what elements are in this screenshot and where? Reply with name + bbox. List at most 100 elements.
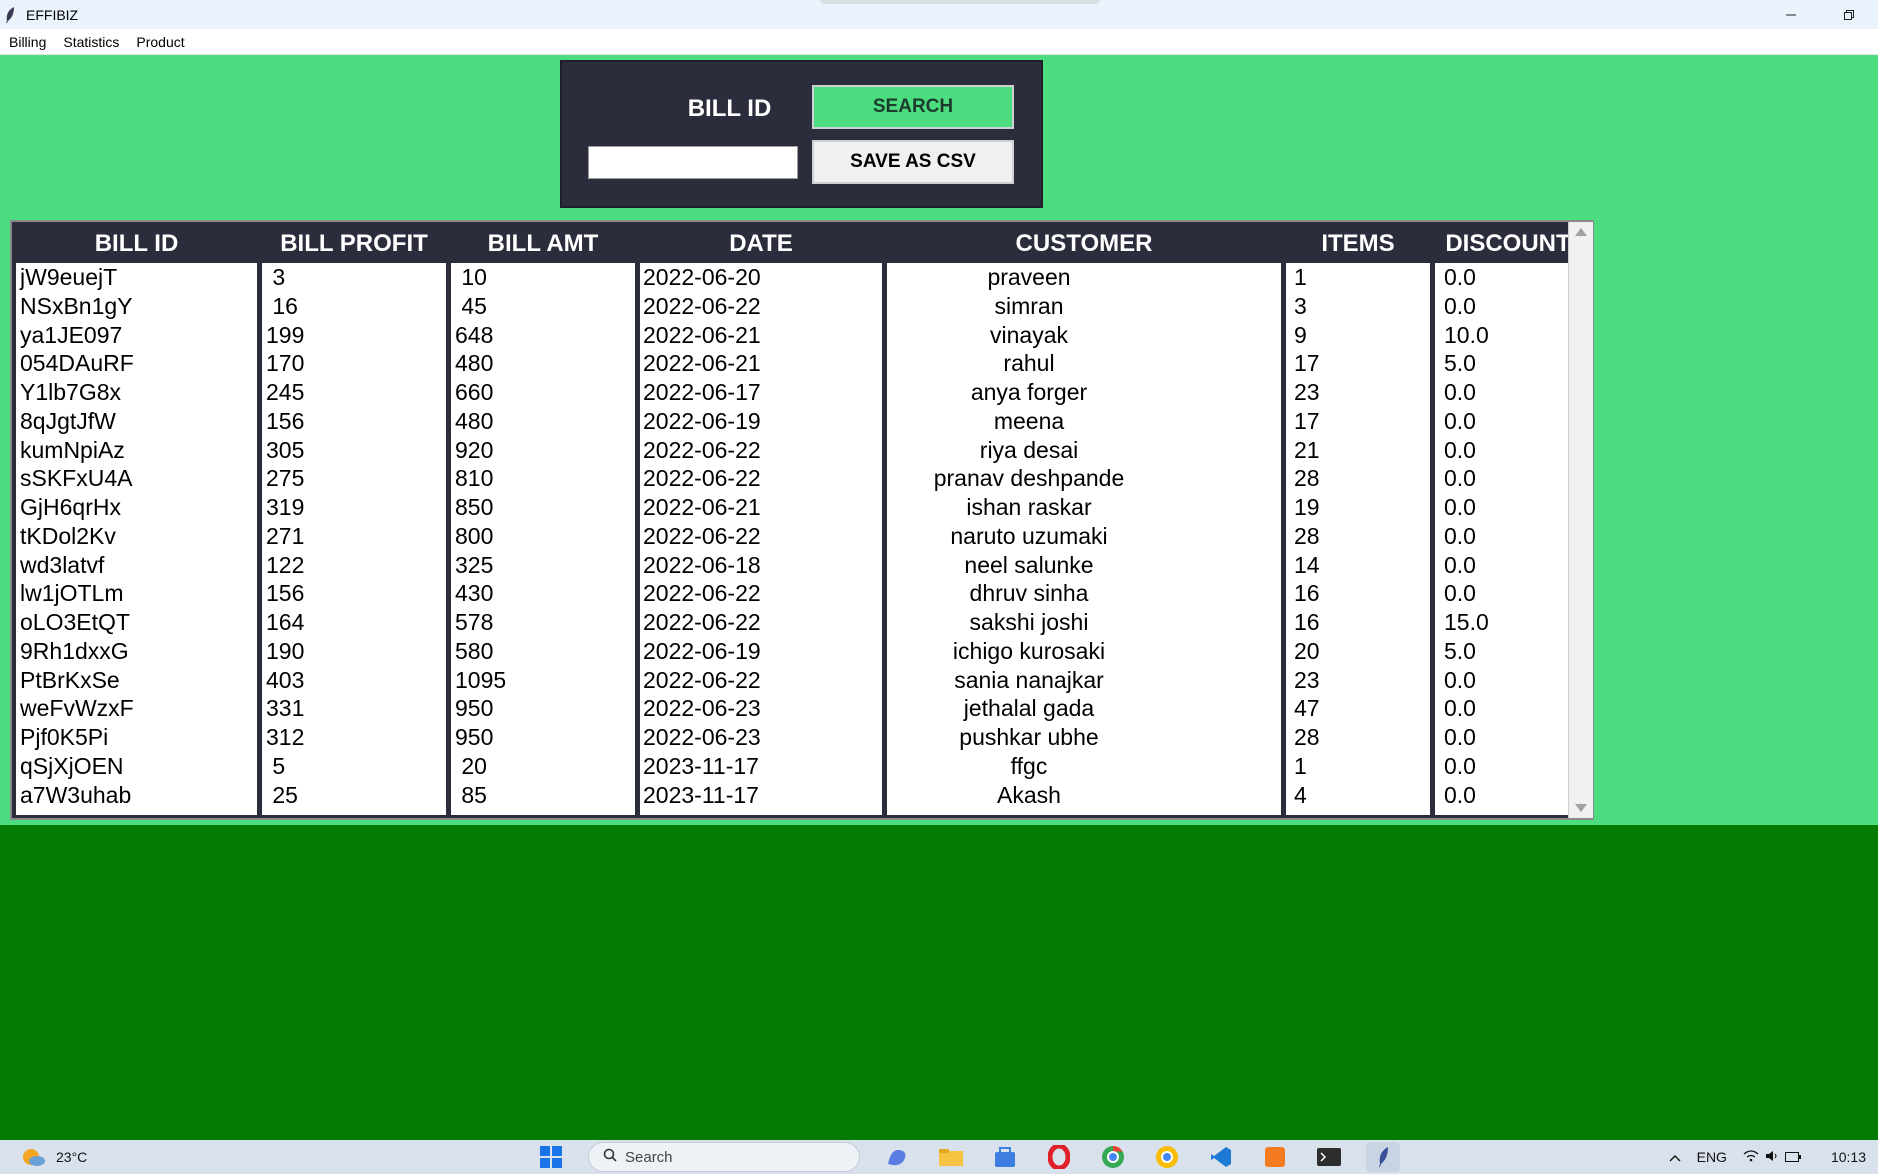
table-cell[interactable]: 245 <box>262 378 446 407</box>
opera-icon[interactable] <box>1042 1142 1076 1172</box>
table-cell[interactable]: sSKFxU4A <box>16 464 257 493</box>
table-scrollbar[interactable] <box>1568 222 1593 818</box>
table-cell[interactable]: 950 <box>451 723 635 752</box>
table-cell[interactable]: 325 <box>451 551 635 580</box>
table-cell[interactable]: 2022-06-19 <box>640 637 882 666</box>
chrome-profile-icon[interactable] <box>1150 1142 1184 1172</box>
table-cell[interactable]: 2022-06-22 <box>640 608 882 637</box>
table-cell[interactable]: meena <box>887 407 1281 436</box>
table-cell[interactable]: 2022-06-22 <box>640 522 882 551</box>
table-cell[interactable]: 0.0 <box>1435 666 1581 695</box>
save-as-csv-button[interactable]: SAVE AS CSV <box>812 140 1014 184</box>
table-cell[interactable]: 0.0 <box>1435 551 1581 580</box>
start-icon[interactable] <box>534 1142 568 1172</box>
table-cell[interactable]: dhruv sinha <box>887 579 1281 608</box>
table-cell[interactable]: 0.0 <box>1435 723 1581 752</box>
menu-product[interactable]: Product <box>127 34 192 50</box>
table-cell[interactable]: 0.0 <box>1435 752 1581 781</box>
column-header-discount[interactable]: DISCOUNT <box>1435 225 1581 262</box>
table-cell[interactable]: 0.0 <box>1435 781 1581 810</box>
table-cell[interactable]: 2022-06-20 <box>640 263 882 292</box>
vscode-icon[interactable] <box>1204 1142 1238 1172</box>
table-cell[interactable]: 920 <box>451 436 635 465</box>
table-cell[interactable]: naruto uzumaki <box>887 522 1281 551</box>
table-cell[interactable]: 47 <box>1286 694 1430 723</box>
table-cell[interactable]: 305 <box>262 436 446 465</box>
store-icon[interactable] <box>988 1142 1022 1172</box>
table-cell[interactable]: 0.0 <box>1435 579 1581 608</box>
table-cell[interactable]: 16 <box>262 292 446 321</box>
table-cell[interactable]: sakshi joshi <box>887 608 1281 637</box>
table-cell[interactable]: 480 <box>451 407 635 436</box>
table-cell[interactable]: vinayak <box>887 321 1281 350</box>
chrome-icon[interactable] <box>1096 1142 1130 1172</box>
table-cell[interactable]: 10 <box>451 263 635 292</box>
table-cell[interactable]: 2022-06-21 <box>640 321 882 350</box>
table-cell[interactable]: weFvWzxF <box>16 694 257 723</box>
scroll-up-icon[interactable] <box>1575 228 1587 236</box>
table-cell[interactable]: 0.0 <box>1435 464 1581 493</box>
table-cell[interactable]: 2022-06-22 <box>640 436 882 465</box>
weather-widget[interactable]: 23°C <box>20 1140 87 1174</box>
table-cell[interactable]: 578 <box>451 608 635 637</box>
table-cell[interactable]: jethalal gada <box>887 694 1281 723</box>
column-header-bill-profit[interactable]: BILL PROFIT <box>262 225 446 262</box>
table-cell[interactable]: 2022-06-23 <box>640 694 882 723</box>
table-cell[interactable]: ichigo kurosaki <box>887 637 1281 666</box>
table-cell[interactable]: 190 <box>262 637 446 666</box>
table-cell[interactable]: simran <box>887 292 1281 321</box>
table-cell[interactable]: qSjXjOEN <box>16 752 257 781</box>
table-cell[interactable]: 275 <box>262 464 446 493</box>
table-cell[interactable]: 1 <box>1286 263 1430 292</box>
table-cell[interactable]: 648 <box>451 321 635 350</box>
table-cell[interactable]: ishan raskar <box>887 493 1281 522</box>
table-cell[interactable]: 10.0 <box>1435 321 1581 350</box>
bill-id-input[interactable] <box>588 146 798 179</box>
column-header-bill-amt[interactable]: BILL AMT <box>451 225 635 262</box>
table-cell[interactable]: 0.0 <box>1435 493 1581 522</box>
table-cell[interactable]: 19 <box>1286 493 1430 522</box>
table-cell[interactable]: 850 <box>451 493 635 522</box>
table-cell[interactable]: 2022-06-21 <box>640 493 882 522</box>
search-button[interactable]: SEARCH <box>812 85 1014 129</box>
table-cell[interactable]: 660 <box>451 378 635 407</box>
table-cell[interactable]: 0.0 <box>1435 436 1581 465</box>
file-explorer-icon[interactable] <box>934 1142 968 1172</box>
table-cell[interactable]: kumNpiAz <box>16 436 257 465</box>
table-cell[interactable]: 1 <box>1286 752 1430 781</box>
language-indicator[interactable]: ENG <box>1697 1149 1727 1165</box>
column-header-date[interactable]: DATE <box>640 225 882 262</box>
table-cell[interactable]: 1095 <box>451 666 635 695</box>
table-cell[interactable]: 5 <box>262 752 446 781</box>
table-cell[interactable]: 5.0 <box>1435 349 1581 378</box>
table-cell[interactable]: 28 <box>1286 723 1430 752</box>
chevron-up-icon[interactable] <box>1669 1149 1681 1165</box>
table-cell[interactable]: Y1lb7G8x <box>16 378 257 407</box>
table-cell[interactable]: 800 <box>451 522 635 551</box>
table-cell[interactable]: jW9euejT <box>16 263 257 292</box>
table-cell[interactable]: neel salunke <box>887 551 1281 580</box>
table-cell[interactable]: wd3latvf <box>16 551 257 580</box>
table-cell[interactable]: 199 <box>262 321 446 350</box>
effibiz-app-icon[interactable] <box>1366 1142 1400 1172</box>
table-cell[interactable]: 054DAuRF <box>16 349 257 378</box>
column-header-bill-id[interactable]: BILL ID <box>16 225 257 262</box>
table-cell[interactable]: 2022-06-22 <box>640 666 882 695</box>
table-cell[interactable]: 45 <box>451 292 635 321</box>
table-cell[interactable]: 3 <box>1286 292 1430 321</box>
table-cell[interactable]: 319 <box>262 493 446 522</box>
table-cell[interactable]: 23 <box>1286 378 1430 407</box>
column-header-items[interactable]: ITEMS <box>1286 225 1430 262</box>
table-cell[interactable]: anya forger <box>887 378 1281 407</box>
table-cell[interactable]: 0.0 <box>1435 694 1581 723</box>
table-cell[interactable]: oLO3EtQT <box>16 608 257 637</box>
table-cell[interactable]: PtBrKxSe <box>16 666 257 695</box>
table-cell[interactable]: 2022-06-23 <box>640 723 882 752</box>
table-cell[interactable]: 2023-11-17 <box>640 752 882 781</box>
minimize-icon[interactable] <box>1762 0 1820 29</box>
table-cell[interactable]: 580 <box>451 637 635 666</box>
table-cell[interactable]: 15.0 <box>1435 608 1581 637</box>
scroll-down-icon[interactable] <box>1575 804 1587 812</box>
table-cell[interactable]: 28 <box>1286 522 1430 551</box>
table-cell[interactable]: lw1jOTLm <box>16 579 257 608</box>
